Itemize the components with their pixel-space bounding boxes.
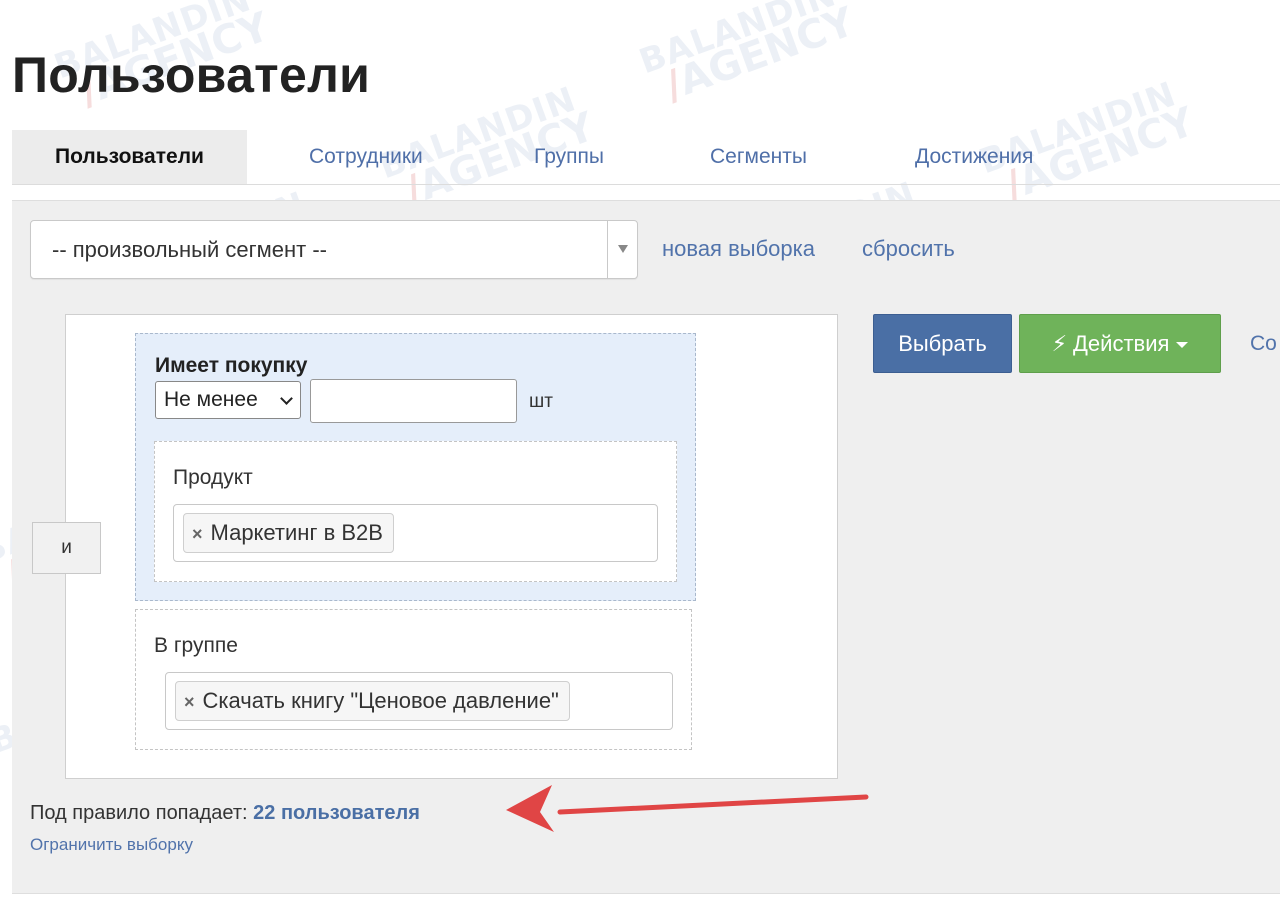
page-title: Пользователи: [12, 47, 371, 103]
has-purchase-condition: Имеет покупку Не менее шт Продукт × Марке…: [135, 333, 696, 601]
new-selection-link[interactable]: новая выборка: [662, 236, 815, 262]
remove-tag-icon[interactable]: ×: [192, 524, 203, 544]
tab-segments[interactable]: Сегменты: [710, 130, 807, 184]
comparison-select[interactable]: Не менее: [155, 381, 301, 419]
reset-link[interactable]: сбросить: [862, 236, 955, 262]
segment-select-value: -- произвольный сегмент --: [52, 237, 327, 262]
tab-achievements[interactable]: Достижения: [915, 130, 1033, 184]
match-summary: Под правило попадает: 22 пользователя: [30, 802, 420, 825]
tab-groups[interactable]: Группы: [534, 130, 604, 184]
tab-bar: Пользователи Сотрудники Группы Сегменты …: [12, 130, 1280, 185]
product-condition: Продукт × Маркетинг в B2B: [154, 441, 677, 582]
product-label: Продукт: [173, 466, 253, 489]
save-button[interactable]: Со: [1250, 332, 1277, 356]
caret-down-icon: [618, 245, 628, 253]
segment-panel: -- произвольный сегмент -- новая выборка…: [12, 200, 1280, 894]
matched-users-link[interactable]: 22 пользователя: [253, 802, 420, 824]
condition-title: Имеет покупку: [155, 354, 308, 377]
limit-selection-link[interactable]: Ограничить выборку: [30, 835, 193, 855]
quantity-input[interactable]: [310, 379, 517, 423]
tab-employees[interactable]: Сотрудники: [309, 130, 423, 184]
comparison-select-value: Не менее: [164, 388, 258, 411]
group-tag: × Скачать книгу "Ценовое давление": [175, 681, 570, 721]
group-tag-input[interactable]: × Скачать книгу "Ценовое давление": [165, 672, 673, 730]
remove-tag-icon[interactable]: ×: [184, 692, 195, 712]
product-tag-input[interactable]: × Маркетинг в B2B: [173, 504, 658, 562]
caret-down-icon: [1176, 342, 1189, 349]
select-button[interactable]: Выбрать: [873, 314, 1012, 373]
in-group-condition: В группе × Скачать книгу "Ценовое давлени…: [135, 609, 692, 750]
segment-select-toggle[interactable]: [607, 221, 637, 278]
product-tag-label: Маркетинг в B2B: [210, 520, 383, 545]
chevron-down-icon: [280, 392, 293, 405]
group-tag-label: Скачать книгу "Ценовое давление": [202, 688, 559, 713]
group-label: В группе: [154, 634, 238, 657]
match-prefix: Под правило попадает:: [30, 802, 248, 824]
segment-select[interactable]: -- произвольный сегмент --: [30, 220, 638, 279]
bolt-icon: ⚡: [1051, 331, 1068, 356]
and-operator-button[interactable]: и: [32, 522, 101, 574]
product-tag: × Маркетинг в B2B: [183, 513, 394, 553]
actions-dropdown-button[interactable]: ⚡ Действия: [1019, 314, 1221, 373]
watermark: BALANDIN/AGENCY: [634, 0, 861, 110]
tab-users[interactable]: Пользователи: [12, 130, 247, 184]
actions-button-label: Действия: [1073, 331, 1170, 356]
unit-label: шт: [529, 391, 553, 412]
